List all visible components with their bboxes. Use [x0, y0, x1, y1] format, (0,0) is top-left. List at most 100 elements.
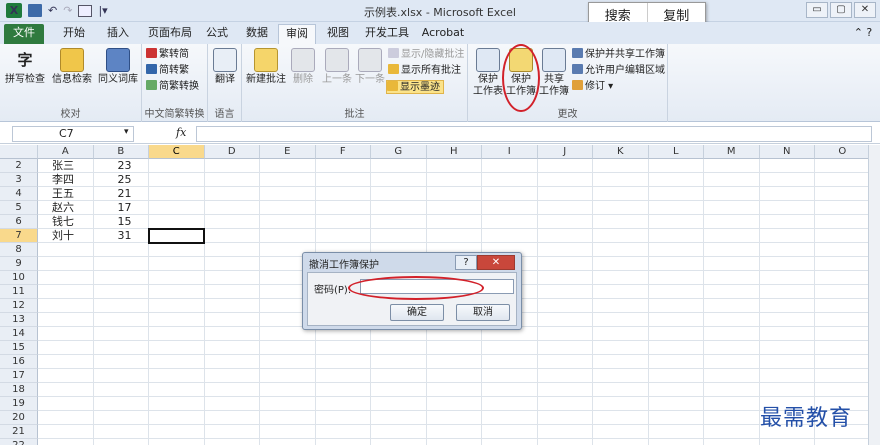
translate-button[interactable]: 翻译: [211, 48, 239, 86]
help-icon[interactable]: ?: [455, 255, 477, 270]
tab-review[interactable]: 审阅: [278, 24, 316, 44]
column-header-f[interactable]: F: [315, 145, 371, 159]
show-ink-button[interactable]: 显示墨迹: [386, 80, 444, 94]
vertical-scrollbar[interactable]: [868, 145, 880, 445]
tab-insert[interactable]: 插入: [98, 24, 138, 44]
row-header[interactable]: 18: [0, 383, 38, 397]
tab-data[interactable]: 数据: [238, 24, 276, 44]
cell-value[interactable]: 25: [118, 173, 150, 187]
close-icon[interactable]: ✕: [854, 2, 876, 18]
column-header-e[interactable]: E: [260, 145, 316, 159]
show-hide-comment-button[interactable]: 显示/隐藏批注: [388, 48, 464, 62]
show-ink-label: 显示墨迹: [400, 82, 440, 93]
select-all-corner[interactable]: [0, 145, 38, 159]
row-header[interactable]: 12: [0, 299, 38, 313]
row-header[interactable]: 21: [0, 425, 38, 439]
gridline: [38, 438, 868, 439]
tab-home[interactable]: 开始: [54, 24, 94, 44]
active-cell[interactable]: [148, 228, 205, 244]
tab-developer[interactable]: 开发工具: [360, 24, 414, 44]
row-header[interactable]: 11: [0, 285, 38, 299]
group-label: 批注: [344, 109, 365, 120]
cell-name[interactable]: 刘十: [52, 229, 94, 243]
prev-comment-button[interactable]: 上一条: [320, 48, 354, 86]
row-header[interactable]: 15: [0, 341, 38, 355]
column-header-l[interactable]: L: [648, 145, 704, 159]
next-comment-button[interactable]: 下一条: [354, 48, 386, 86]
cell-value[interactable]: 23: [118, 159, 150, 173]
row-header[interactable]: 3: [0, 173, 38, 187]
row-header[interactable]: 20: [0, 411, 38, 425]
cell-name[interactable]: 钱七: [52, 215, 94, 229]
tab-formulas[interactable]: 公式: [200, 24, 234, 44]
column-header-g[interactable]: G: [371, 145, 427, 159]
formula-input[interactable]: [196, 126, 872, 142]
cell-value[interactable]: 31: [118, 229, 150, 243]
row-header[interactable]: 13: [0, 313, 38, 327]
cell-value[interactable]: 17: [118, 201, 150, 215]
protect-share-button[interactable]: 保护并共享工作簿: [572, 48, 665, 62]
row-header[interactable]: 4: [0, 187, 38, 201]
share-workbook-button[interactable]: 共享 工作簿: [538, 48, 570, 98]
close-icon[interactable]: ✕: [477, 255, 515, 270]
row-header[interactable]: 8: [0, 243, 38, 257]
research-button[interactable]: 信息检索: [50, 48, 94, 86]
row-header[interactable]: 22: [0, 439, 38, 445]
tab-page-layout[interactable]: 页面布局: [142, 24, 198, 44]
new-comment-button[interactable]: 新建批注: [246, 48, 286, 86]
column-header-j[interactable]: J: [537, 145, 593, 159]
tab-file[interactable]: 文件: [4, 24, 44, 44]
gridline: [703, 159, 704, 445]
row-header[interactable]: 2: [0, 159, 38, 173]
cell-name[interactable]: 张三: [52, 159, 94, 173]
column-header-m[interactable]: M: [704, 145, 760, 159]
translate-icon: [213, 48, 237, 72]
ribbon-collapse-icon[interactable]: ⌃ ?: [850, 24, 876, 44]
row-header[interactable]: 7: [0, 229, 38, 243]
gridline: [38, 368, 868, 369]
fx-icon[interactable]: fx: [176, 126, 186, 139]
column-header-a[interactable]: A: [38, 145, 94, 159]
row-header[interactable]: 10: [0, 271, 38, 285]
to-simplified-button[interactable]: 繁转简: [146, 48, 189, 62]
thesaurus-button[interactable]: 同义词库: [96, 48, 140, 86]
column-header-h[interactable]: H: [426, 145, 482, 159]
tab-view[interactable]: 视图: [320, 24, 356, 44]
minimize-icon[interactable]: ▭: [806, 2, 828, 18]
track-icon: [572, 80, 583, 90]
row-header[interactable]: 19: [0, 397, 38, 411]
tab-acrobat[interactable]: Acrobat: [418, 24, 468, 44]
row-header[interactable]: 16: [0, 355, 38, 369]
cell-name[interactable]: 李四: [52, 173, 94, 187]
show-hide-comment-label: 显示/隐藏批注: [401, 49, 465, 60]
name-box[interactable]: C7: [12, 126, 134, 142]
column-header-d[interactable]: D: [204, 145, 260, 159]
name-box-dropdown-icon[interactable]: ▾: [124, 127, 129, 137]
cancel-button[interactable]: 取消: [456, 304, 510, 321]
row-header[interactable]: 6: [0, 215, 38, 229]
column-header-c[interactable]: C: [149, 145, 205, 159]
column-header-k[interactable]: K: [593, 145, 649, 159]
restore-icon[interactable]: ▢: [830, 2, 852, 18]
allow-users-button[interactable]: 允许用户编辑区域: [572, 64, 665, 78]
to-traditional-button[interactable]: 简转繁: [146, 64, 189, 78]
cell-name[interactable]: 王五: [52, 187, 94, 201]
show-all-comments-button[interactable]: 显示所有批注: [388, 64, 461, 78]
row-header[interactable]: 9: [0, 257, 38, 271]
protect-sheet-button[interactable]: 保护 工作表: [472, 48, 504, 98]
column-header-n[interactable]: N: [759, 145, 815, 159]
convert-button[interactable]: 简繁转换: [146, 80, 199, 94]
row-header[interactable]: 5: [0, 201, 38, 215]
delete-comment-button[interactable]: 删除: [290, 48, 316, 86]
track-changes-button[interactable]: 修订 ▾: [572, 80, 613, 94]
column-header-o[interactable]: O: [815, 145, 868, 159]
row-header[interactable]: 17: [0, 369, 38, 383]
spell-check-button[interactable]: 字 拼写检查: [4, 48, 46, 86]
column-header-i[interactable]: I: [482, 145, 538, 159]
row-header[interactable]: 14: [0, 327, 38, 341]
column-header-b[interactable]: B: [93, 145, 149, 159]
ok-button[interactable]: 确定: [390, 304, 444, 321]
cell-value[interactable]: 21: [118, 187, 150, 201]
cell-value[interactable]: 15: [118, 215, 150, 229]
cell-name[interactable]: 赵六: [52, 201, 94, 215]
